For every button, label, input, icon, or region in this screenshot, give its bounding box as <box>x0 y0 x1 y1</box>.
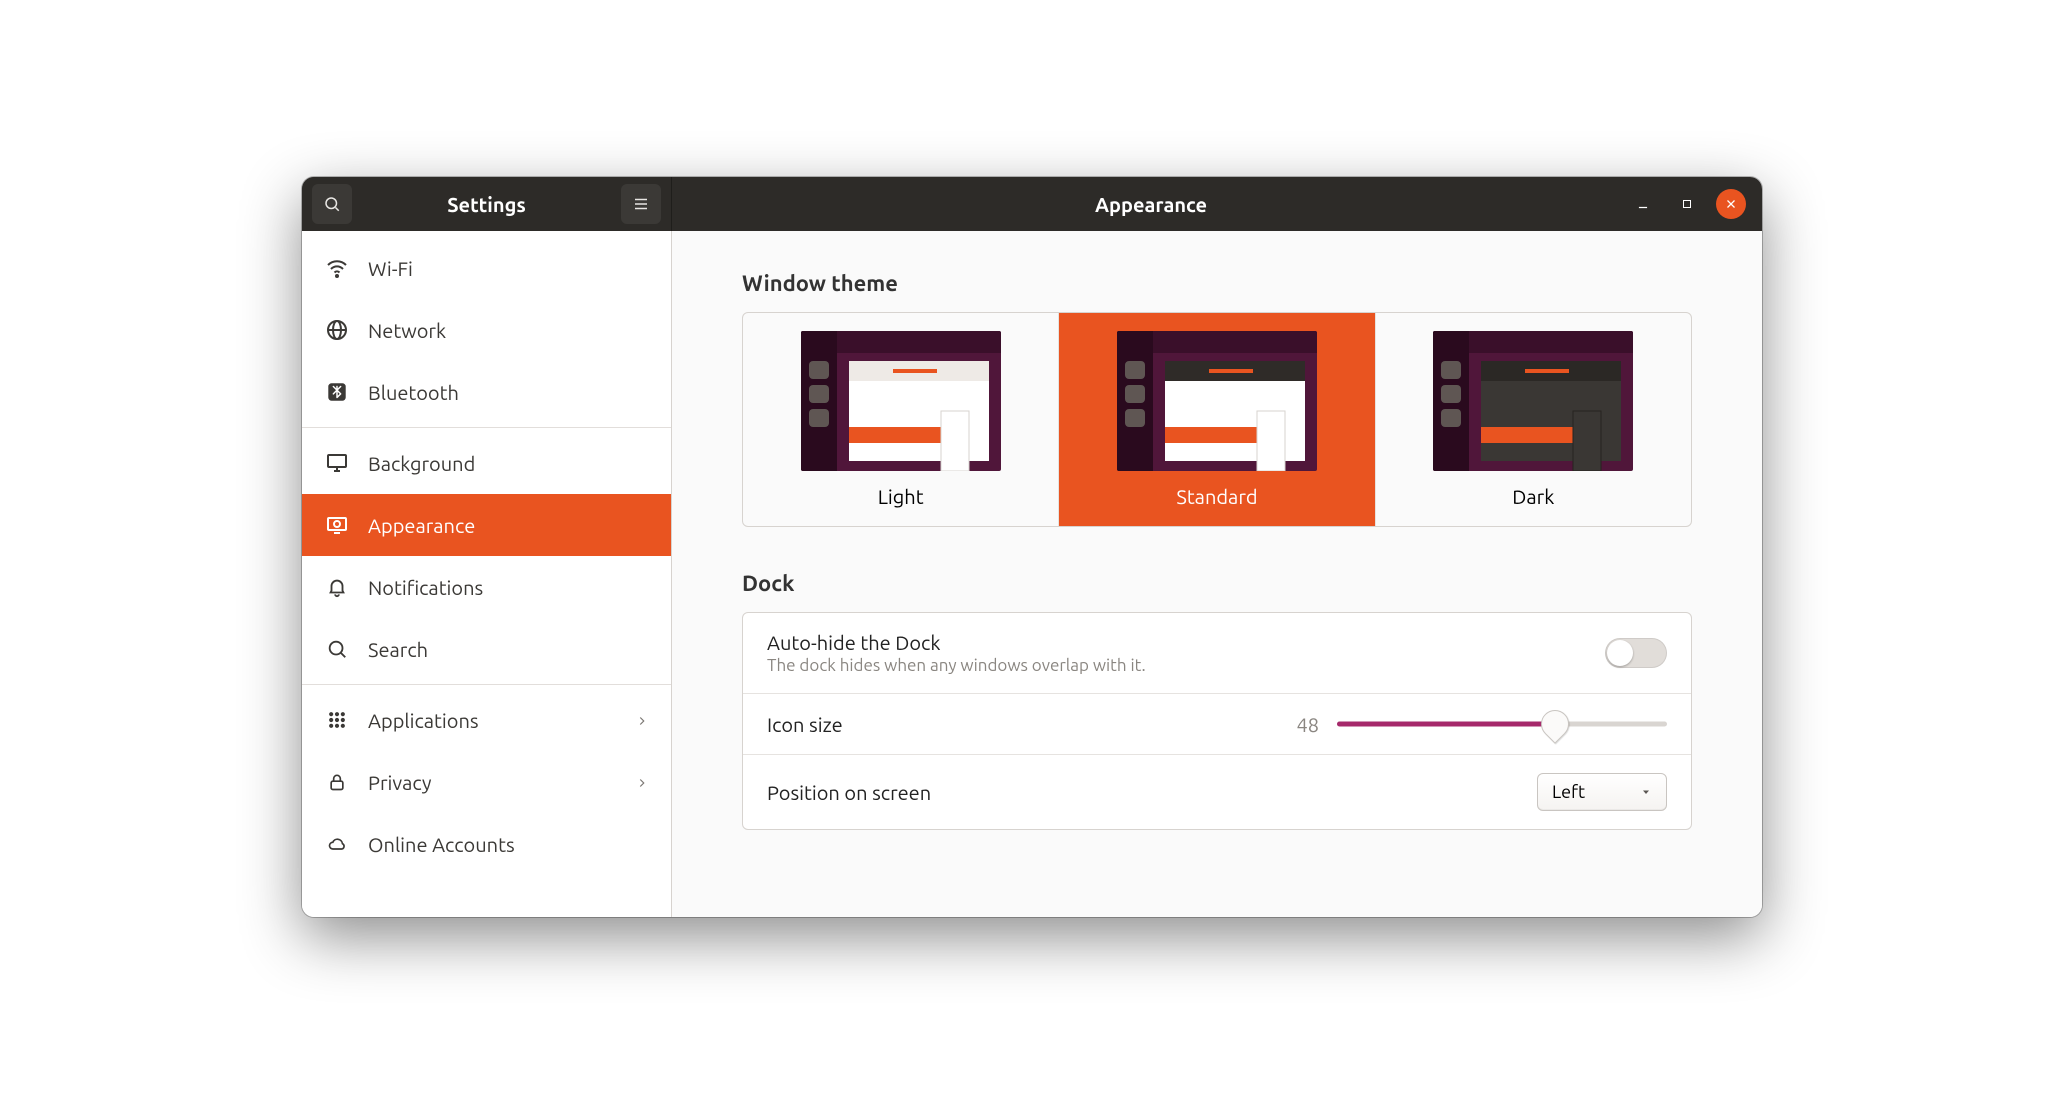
theme-option-light[interactable]: Light <box>743 313 1059 526</box>
position-select[interactable]: Left <box>1537 773 1667 811</box>
window-theme-title: Window theme <box>742 271 1692 296</box>
bell-icon <box>324 574 350 600</box>
sidebar-item-search[interactable]: Search <box>302 618 671 680</box>
window-body: Wi-Fi Network Bluetooth Background <box>302 231 1762 917</box>
sidebar-title: Settings <box>360 193 613 216</box>
dock-icon-size-row: Icon size 48 <box>743 694 1691 755</box>
sidebar-item-label: Appearance <box>368 514 475 537</box>
theme-thumbnail-light <box>801 331 1001 471</box>
close-button[interactable] <box>1716 189 1746 219</box>
sidebar-item-label: Privacy <box>368 771 432 794</box>
switch-knob <box>1607 640 1633 666</box>
hamburger-icon <box>632 195 650 213</box>
panel-title: Appearance <box>682 193 1620 216</box>
dock-autohide-row: Auto-hide the Dock The dock hides when a… <box>743 613 1691 694</box>
dock-title: Dock <box>742 571 1692 596</box>
sidebar-item-label: Network <box>368 319 446 342</box>
settings-window: Settings Appearance <box>302 177 1762 917</box>
sidebar-item-appearance[interactable]: Appearance <box>302 494 671 556</box>
titlebar-right: Appearance <box>672 177 1762 231</box>
sidebar-divider <box>302 427 671 428</box>
sidebar-item-label: Online Accounts <box>368 833 515 856</box>
theme-option-label: Standard <box>1176 485 1257 508</box>
sidebar-item-online-accounts[interactable]: Online Accounts <box>302 813 671 875</box>
minimize-button[interactable] <box>1628 189 1658 219</box>
slider-handle[interactable] <box>1541 710 1569 738</box>
wifi-icon <box>324 255 350 281</box>
search-button[interactable] <box>312 184 352 224</box>
close-icon <box>1725 198 1737 210</box>
sidebar-item-label: Background <box>368 452 475 475</box>
chevron-right-icon <box>635 709 649 732</box>
position-select-value: Left <box>1552 782 1585 802</box>
content: Window theme <box>672 231 1762 917</box>
position-label: Position on screen <box>767 781 1513 804</box>
icon-size-value: 48 <box>1279 713 1319 736</box>
sidebar: Wi-Fi Network Bluetooth Background <box>302 231 672 917</box>
appearance-icon <box>324 512 350 538</box>
sidebar-item-wifi[interactable]: Wi-Fi <box>302 237 671 299</box>
dock-card: Auto-hide the Dock The dock hides when a… <box>742 612 1692 830</box>
autohide-switch[interactable] <box>1605 638 1667 668</box>
icon-size-slider[interactable] <box>1337 712 1667 736</box>
theme-thumbnail-standard <box>1117 331 1317 471</box>
dock-position-row: Position on screen Left <box>743 755 1691 829</box>
theme-option-label: Dark <box>1512 485 1554 508</box>
sidebar-item-bluetooth[interactable]: Bluetooth <box>302 361 671 423</box>
lock-icon <box>324 769 350 795</box>
sidebar-item-label: Search <box>368 638 428 661</box>
titlebar-left: Settings <box>302 177 672 231</box>
chevron-down-icon <box>1640 782 1652 802</box>
sidebar-item-label: Applications <box>368 709 479 732</box>
search-icon <box>324 636 350 662</box>
sidebar-item-applications[interactable]: Applications <box>302 689 671 751</box>
sidebar-item-notifications[interactable]: Notifications <box>302 556 671 618</box>
maximize-button[interactable] <box>1672 189 1702 219</box>
theme-option-dark[interactable]: Dark <box>1376 313 1691 526</box>
slider-fill <box>1337 722 1555 727</box>
search-icon <box>323 195 341 213</box>
sidebar-item-background[interactable]: Background <box>302 432 671 494</box>
icon-size-label: Icon size <box>767 713 1255 736</box>
window-controls <box>1628 189 1752 219</box>
autohide-label: Auto-hide the Dock <box>767 631 1581 654</box>
sidebar-divider <box>302 684 671 685</box>
sidebar-item-label: Bluetooth <box>368 381 459 404</box>
autohide-description: The dock hides when any windows overlap … <box>767 656 1581 675</box>
theme-option-label: Light <box>878 485 924 508</box>
theme-thumbnail-dark <box>1433 331 1633 471</box>
sidebar-item-label: Notifications <box>368 576 483 599</box>
maximize-icon <box>1681 198 1693 210</box>
cloud-icon <box>324 831 350 857</box>
titlebar: Settings Appearance <box>302 177 1762 231</box>
minimize-icon <box>1636 197 1650 211</box>
chevron-right-icon <box>635 771 649 794</box>
monitor-icon <box>324 450 350 476</box>
sidebar-item-privacy[interactable]: Privacy <box>302 751 671 813</box>
theme-options: Light <box>742 312 1692 527</box>
hamburger-menu-button[interactable] <box>621 184 661 224</box>
grid-icon <box>324 707 350 733</box>
globe-icon <box>324 317 350 343</box>
theme-option-standard[interactable]: Standard <box>1059 313 1375 526</box>
bluetooth-icon <box>324 379 350 405</box>
sidebar-item-label: Wi-Fi <box>368 257 413 280</box>
sidebar-item-network[interactable]: Network <box>302 299 671 361</box>
